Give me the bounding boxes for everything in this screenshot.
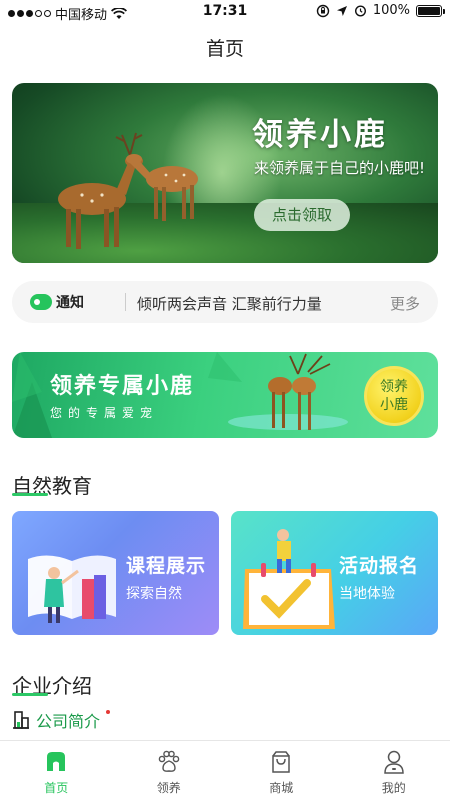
company-profile-link[interactable]: 公司简介 bbox=[12, 708, 100, 732]
tab-shop-label: 商城 bbox=[269, 781, 294, 795]
company-profile-label: 公司简介 bbox=[36, 712, 101, 731]
hero-title: 领养小鹿 bbox=[252, 117, 388, 153]
course-card-title: 课程展示 bbox=[126, 555, 207, 577]
tab-mine[interactable]: 我的 bbox=[338, 741, 450, 800]
tab-shop[interactable]: 商城 bbox=[225, 741, 338, 800]
hero-subtitle: 来领养属于自己的小鹿吧! bbox=[254, 159, 426, 177]
alarm-icon bbox=[354, 5, 366, 17]
building-icon bbox=[13, 711, 29, 729]
adopt-deer-badge[interactable]: 领养 小鹿 bbox=[364, 366, 424, 426]
location-arrow-icon bbox=[336, 5, 347, 16]
promo-subtitle: 您的专属爱宠 bbox=[50, 406, 159, 420]
open-book-illustration bbox=[28, 555, 116, 623]
page-title: 首页 bbox=[205, 38, 244, 60]
user-icon bbox=[383, 750, 404, 774]
activity-card-subtitle: 当地体验 bbox=[339, 586, 395, 602]
course-card-subtitle: 探索自然 bbox=[126, 586, 182, 602]
notice-logo-text: 通知 bbox=[56, 295, 84, 311]
home-page: 中国移动 17:31 100% 首页 领养小鹿 来领养属于自己的小鹿吧! 点击领… bbox=[0, 0, 450, 800]
claim-button[interactable]: 点击领取 bbox=[254, 199, 350, 231]
notice-logo: 通知 bbox=[30, 292, 84, 312]
battery-percent: 100% bbox=[372, 3, 410, 18]
badge-line-1: 领养 bbox=[380, 379, 408, 395]
tab-home[interactable]: 首页 bbox=[0, 741, 113, 800]
status-right-group: 100% bbox=[316, 3, 445, 18]
calendar-check-illustration bbox=[243, 529, 335, 629]
deer-illustration bbox=[58, 132, 198, 249]
badge-line-2: 小鹿 bbox=[380, 397, 408, 413]
tab-home-label: 首页 bbox=[44, 781, 69, 795]
paw-icon bbox=[158, 750, 180, 772]
promo-title: 领养专属小鹿 bbox=[50, 374, 195, 399]
activity-card[interactable]: 活动报名 当地体验 bbox=[231, 511, 438, 635]
nature-education-underline bbox=[12, 493, 48, 496]
adopt-promo-banner[interactable]: 领养专属小鹿 您的专属爱宠 领养 小鹿 bbox=[12, 352, 438, 438]
shopping-bag-icon bbox=[272, 751, 290, 773]
course-card[interactable]: 课程展示 探索自然 bbox=[12, 511, 219, 635]
company-intro-underline bbox=[12, 693, 48, 696]
notice-bar[interactable]: 通知 倾听两会声音 汇聚前行力量 更多 bbox=[12, 281, 438, 323]
home-icon bbox=[47, 752, 66, 771]
notice-more-link[interactable]: 更多 bbox=[390, 293, 420, 314]
tab-adopt-label: 领养 bbox=[156, 781, 181, 795]
rotation-lock-icon bbox=[316, 4, 330, 17]
tab-adopt[interactable]: 领养 bbox=[113, 741, 226, 800]
notice-badge-icon bbox=[30, 294, 52, 310]
hero-banner[interactable]: 领养小鹿 来领养属于自己的小鹿吧! 点击领取 bbox=[12, 83, 438, 263]
activity-card-title: 活动报名 bbox=[339, 555, 420, 577]
bottom-tab-bar: 首页 领养 商城 我的 bbox=[0, 740, 450, 800]
notice-divider bbox=[125, 293, 126, 311]
new-indicator-dot bbox=[106, 710, 110, 714]
battery-icon bbox=[416, 4, 445, 17]
status-bar: 中国移动 17:31 100% bbox=[0, 0, 450, 24]
tab-mine-label: 我的 bbox=[381, 781, 406, 795]
notice-headline[interactable]: 倾听两会声音 汇聚前行力量 bbox=[137, 293, 322, 314]
